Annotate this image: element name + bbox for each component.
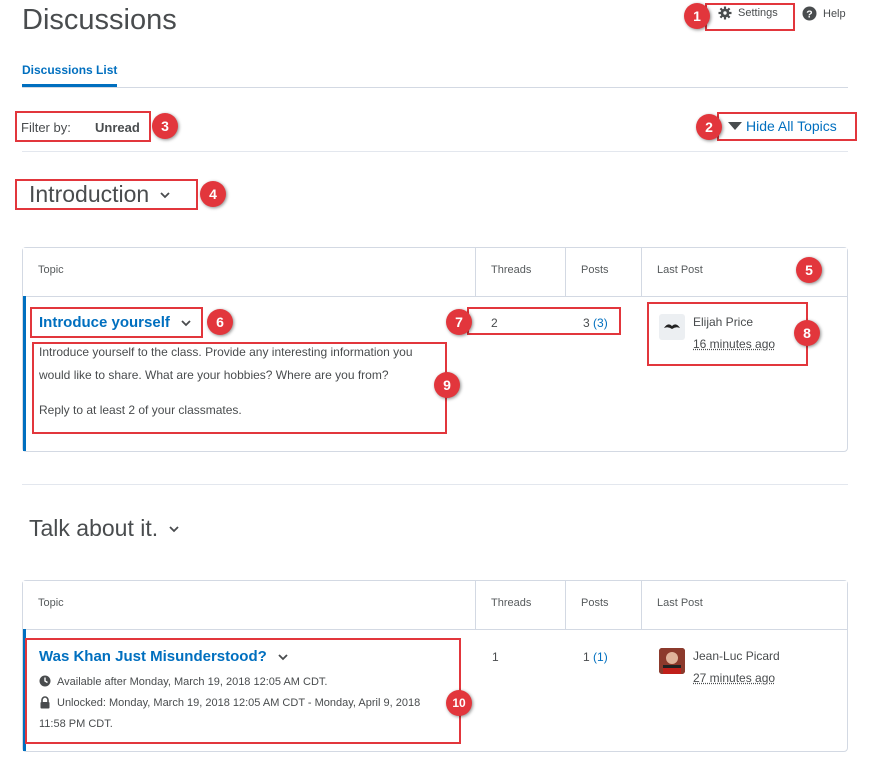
callout-badge: 3 bbox=[152, 113, 178, 139]
filter-divider bbox=[22, 151, 848, 152]
help-label: Help bbox=[823, 7, 846, 20]
callout-badge: 6 bbox=[207, 309, 233, 335]
forum-title-talk-about-it[interactable]: Talk about it. bbox=[29, 515, 180, 542]
chevron-down-icon[interactable] bbox=[168, 525, 180, 533]
posts-total: 1 bbox=[583, 650, 590, 664]
callout-badge: 2 bbox=[696, 114, 722, 140]
tab-divider bbox=[22, 87, 848, 88]
callout-box bbox=[705, 3, 795, 31]
table-header-row: Topic Threads Posts Last Post bbox=[23, 248, 847, 297]
header-posts: Posts bbox=[581, 597, 609, 609]
posts-count: 1 (1) bbox=[583, 650, 608, 664]
header-threads: Threads bbox=[491, 264, 532, 276]
header-topic: Topic bbox=[38, 597, 64, 609]
callout-badge: 1 bbox=[684, 3, 710, 29]
callout-badge: 10 bbox=[446, 690, 472, 716]
last-post-author[interactable]: Jean-Luc Picard bbox=[693, 649, 780, 663]
header-threads: Threads bbox=[491, 597, 532, 609]
forum-divider bbox=[22, 484, 848, 485]
page-title: Discussions bbox=[22, 4, 177, 36]
header-topic: Topic bbox=[38, 264, 64, 276]
tab-discussions-list[interactable]: Discussions List bbox=[22, 63, 117, 77]
threads-count: 1 bbox=[492, 650, 499, 664]
unread-posts-link[interactable]: (1) bbox=[593, 650, 608, 664]
callout-badge: 8 bbox=[794, 320, 820, 346]
callout-badge: 4 bbox=[200, 181, 226, 207]
callout-box bbox=[717, 112, 857, 141]
callout-box bbox=[30, 307, 203, 338]
topic-accent-bar bbox=[23, 296, 26, 451]
callout-box bbox=[25, 638, 461, 744]
callout-box bbox=[15, 179, 198, 210]
help-button[interactable]: ? Help bbox=[802, 6, 846, 21]
avatar bbox=[659, 648, 685, 674]
table-header-row: Topic Threads Posts Last Post bbox=[23, 581, 847, 630]
forum-title-label: Talk about it. bbox=[29, 515, 159, 541]
callout-box bbox=[647, 302, 808, 366]
header-last-post: Last Post bbox=[657, 597, 703, 609]
callout-box bbox=[15, 111, 151, 142]
callout-box bbox=[467, 307, 621, 335]
header-last-post: Last Post bbox=[657, 264, 703, 276]
callout-badge: 9 bbox=[434, 372, 460, 398]
callout-badge: 7 bbox=[446, 309, 472, 335]
last-post-time: 27 minutes ago bbox=[693, 671, 776, 685]
svg-text:?: ? bbox=[806, 8, 812, 20]
callout-badge: 5 bbox=[796, 257, 822, 283]
help-icon: ? bbox=[802, 6, 817, 21]
callout-box bbox=[32, 342, 447, 434]
header-posts: Posts bbox=[581, 264, 609, 276]
